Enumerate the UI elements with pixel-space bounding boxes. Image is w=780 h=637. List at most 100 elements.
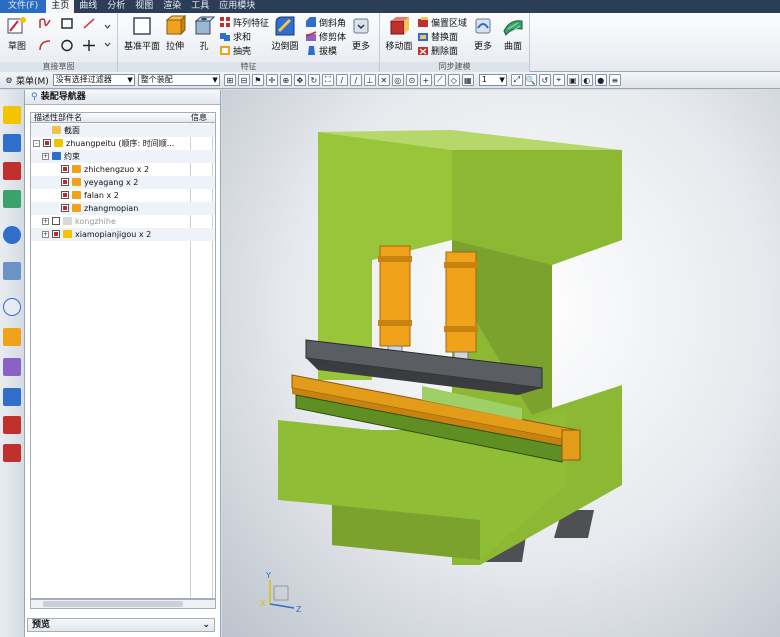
column-info[interactable]: 信息: [191, 113, 207, 122]
system-scene-tab-icon[interactable]: [3, 444, 21, 462]
orient-view-icon[interactable]: ⌖: [552, 74, 565, 86]
unite-button[interactable]: 求和: [220, 30, 251, 43]
layer-settings-icon[interactable]: ≡: [608, 74, 621, 86]
chamfer-button[interactable]: 倒斜角: [306, 16, 346, 29]
constraint-navigator-tab-icon[interactable]: [3, 134, 21, 152]
process-studio-tab-icon[interactable]: [3, 358, 21, 376]
tree-row[interactable]: zhangmopian: [31, 202, 215, 215]
edit-section-icon[interactable]: ◐: [580, 74, 593, 86]
menu-item-2[interactable]: 曲线: [74, 0, 102, 13]
visibility-checkbox[interactable]: [43, 139, 51, 147]
profile-icon[interactable]: [38, 17, 52, 30]
expand-toggle-icon[interactable]: +: [42, 231, 49, 238]
midpoint-icon[interactable]: ∕: [349, 74, 362, 86]
pan-icon[interactable]: ✥: [293, 74, 306, 86]
visibility-checkbox[interactable]: [61, 204, 69, 212]
edge-blend-button[interactable]: 边倒圆: [270, 15, 300, 52]
circle-icon[interactable]: [60, 39, 74, 52]
control-point-icon[interactable]: ⊥: [363, 74, 376, 86]
datum-plane-button[interactable]: 基准平面: [124, 15, 160, 52]
draft-button[interactable]: 拔模: [306, 44, 337, 57]
menu-item-1[interactable]: 主页: [46, 0, 75, 13]
arc-center-icon[interactable]: ◎: [391, 74, 404, 86]
reuse-library-tab-icon[interactable]: [3, 190, 21, 208]
rotate-icon[interactable]: ↻: [307, 74, 320, 86]
web-browser-tab-icon[interactable]: [3, 226, 21, 244]
endpoint-icon[interactable]: /: [335, 74, 348, 86]
line-icon[interactable]: [82, 17, 96, 30]
trim-body-button[interactable]: 修剪体: [306, 30, 346, 43]
pin-icon[interactable]: ⚲: [31, 92, 38, 102]
horizontal-scrollbar[interactable]: [30, 599, 216, 609]
visibility-checkbox[interactable]: [52, 230, 60, 238]
surface-button[interactable]: 曲面: [500, 15, 526, 52]
zoom-icon[interactable]: ⊕: [279, 74, 292, 86]
press-brake-model[interactable]: Y X Z: [222, 90, 780, 637]
point-on-curve-icon[interactable]: ⟋: [433, 74, 446, 86]
tree-row[interactable]: + 约束: [31, 150, 215, 163]
visibility-checkbox[interactable]: [52, 217, 60, 225]
column-part-name[interactable]: 描述性部件名: [34, 113, 82, 122]
menu-item-6[interactable]: 工具: [186, 0, 214, 13]
manufacturing-wizard-tab-icon[interactable]: [3, 388, 21, 406]
tree-row[interactable]: falan x 2: [31, 189, 215, 202]
graphics-viewport[interactable]: Y X Z: [222, 90, 780, 637]
tree-row[interactable]: zhichengzuo x 2: [31, 163, 215, 176]
delete-face-button[interactable]: 删除面: [418, 44, 458, 57]
roles-tab-icon[interactable]: [3, 416, 21, 434]
menu-item-0[interactable]: 文件(F): [0, 0, 47, 13]
scroll-thumb[interactable]: [43, 601, 183, 607]
bounded-grid-icon[interactable]: ▦: [461, 74, 474, 86]
history-tab-icon[interactable]: [3, 262, 21, 280]
scope-select[interactable]: 整个装配 ▼: [137, 74, 220, 86]
visibility-checkbox[interactable]: [61, 191, 69, 199]
background-icon[interactable]: ●: [594, 74, 607, 86]
menu-item-4[interactable]: 视图: [130, 0, 158, 13]
arc-icon[interactable]: [38, 39, 52, 52]
tree-row[interactable]: + xiamopianjigou x 2: [31, 228, 215, 241]
tree-row[interactable]: + kongzhihe: [31, 215, 215, 228]
existing-point-icon[interactable]: +: [419, 74, 432, 86]
menu-item-3[interactable]: 分析: [102, 0, 130, 13]
expand-toggle-icon[interactable]: +: [42, 218, 49, 225]
rotate-view-icon[interactable]: ↺: [538, 74, 551, 86]
tree-row[interactable]: 截面: [31, 124, 215, 137]
hole-button[interactable]: 孔: [194, 15, 215, 52]
zoom-view-icon[interactable]: 🔍: [524, 74, 537, 86]
part-navigator-tab-icon[interactable]: [3, 162, 21, 180]
tree-row[interactable]: yeyagang x 2: [31, 176, 215, 189]
menu-item-5[interactable]: 渲染: [158, 0, 186, 13]
visibility-checkbox[interactable]: [61, 165, 69, 173]
fit-view-icon[interactable]: ⤢: [510, 74, 523, 86]
expand-toggle-icon[interactable]: -: [33, 140, 40, 147]
menu-item-7[interactable]: 应用模块: [214, 0, 260, 13]
extrude-button[interactable]: 拉伸: [164, 15, 186, 52]
render-style-icon[interactable]: ▣: [566, 74, 579, 86]
expand-toggle-icon[interactable]: +: [42, 153, 49, 160]
type-filter-select[interactable]: 没有选择过滤器 ▼: [52, 74, 135, 86]
select-all-icon[interactable]: ⊞: [223, 74, 236, 86]
menu-button[interactable]: 菜单(M): [16, 74, 49, 87]
feature-more-button[interactable]: 更多: [350, 15, 372, 52]
intersection-icon[interactable]: ✕: [377, 74, 390, 86]
move-face-button[interactable]: 移动面: [384, 15, 414, 52]
sync-more-button[interactable]: 更多: [472, 15, 494, 52]
visibility-checkbox[interactable]: [61, 178, 69, 186]
system-materials-tab-icon[interactable]: [3, 328, 21, 346]
preview-panel[interactable]: 预览 ⌄: [27, 618, 215, 632]
sketch-more-icon[interactable]: [103, 17, 112, 53]
rectangle-icon[interactable]: [60, 17, 74, 30]
shell-button[interactable]: 抽壳: [220, 44, 251, 57]
snap-icon[interactable]: ✛: [265, 74, 278, 86]
sketch-button[interactable]: 草图: [4, 15, 30, 52]
layer-select[interactable]: 1 ▼: [478, 74, 507, 86]
clock-tab-icon[interactable]: [3, 298, 21, 316]
quadrant-icon[interactable]: ⊙: [405, 74, 418, 86]
filter-icon[interactable]: ⚑: [251, 74, 264, 86]
deselect-icon[interactable]: ⊟: [237, 74, 250, 86]
offset-region-button[interactable]: 偏置区域: [418, 16, 467, 29]
replace-face-button[interactable]: 替换面: [418, 30, 458, 43]
assembly-navigator-tab-icon[interactable]: [3, 106, 21, 124]
point-on-surface-icon[interactable]: ◇: [447, 74, 460, 86]
tree-row[interactable]: - zhuangpeitu (顺序: 时间顺...: [31, 137, 215, 150]
